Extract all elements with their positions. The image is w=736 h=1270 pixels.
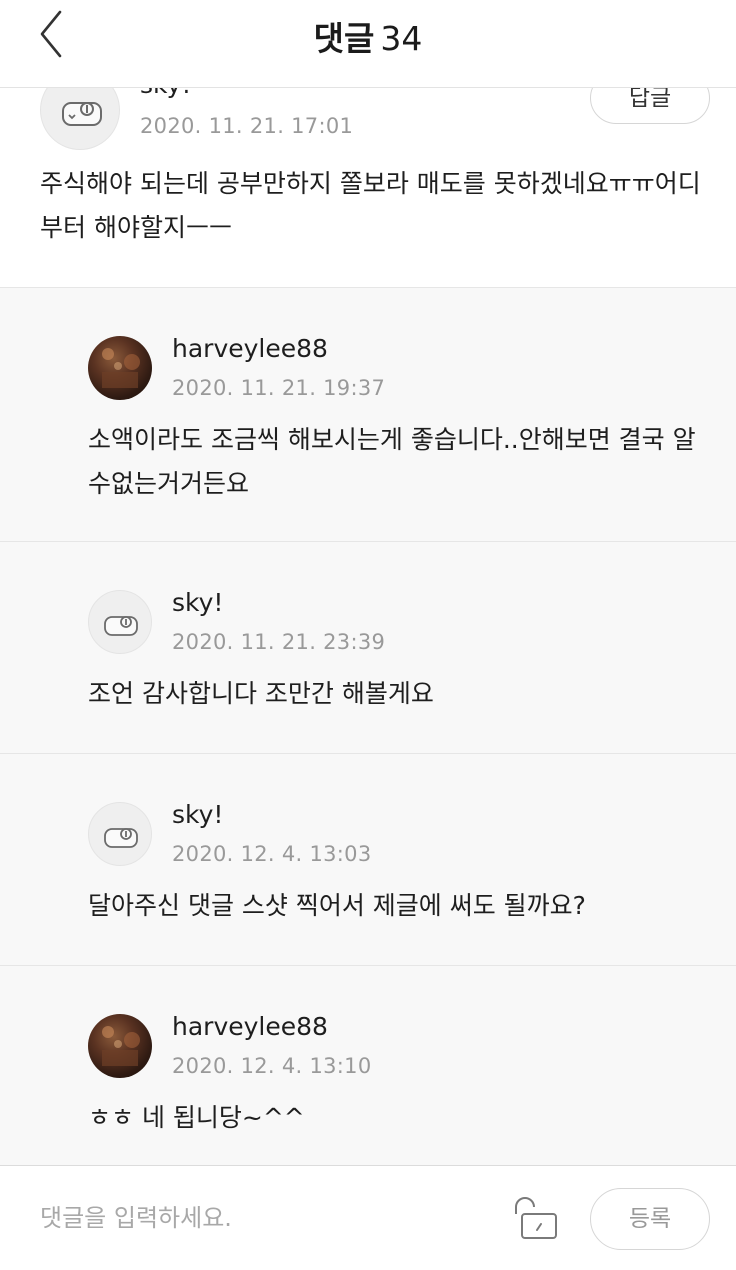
comment-input[interactable]: [40, 1196, 490, 1240]
secret-toggle-button[interactable]: [510, 1194, 562, 1242]
comment-text: 주식해야 되는데 공부만하지 쫄보라 매도를 못하겠네요ㅠㅠ어디부터 해야할지ㅡ…: [40, 169, 701, 242]
avatar[interactable]: [88, 590, 152, 654]
comment-reply-item: harveylee88 2020. 12. 4. 13:10 ㅎㅎ 네 됩니당~…: [0, 966, 736, 1165]
reply-button[interactable]: 답글: [590, 88, 710, 124]
comment-input-bar: 등록: [0, 1165, 736, 1270]
comment-date: 2020. 12. 4. 13:03: [172, 842, 372, 866]
comment-date: 2020. 11. 21. 19:37: [172, 376, 386, 400]
username[interactable]: harveylee88: [172, 334, 328, 363]
comment-text: 조언 감사합니다 조만간 해볼게요: [88, 679, 434, 708]
comment-reply-item: harveylee88 2020. 11. 21. 19:37 소액이라도 조금…: [0, 288, 736, 542]
avatar[interactable]: [88, 802, 152, 866]
comment-text: ㅎㅎ 네 됩니당~^^: [88, 1103, 305, 1132]
comment-item: sky! 2020. 11. 21. 17:01 답글 주식해야 되는데 공부만…: [0, 88, 736, 288]
header-bar: 댓글 34: [0, 0, 736, 88]
comment-text: 소액이라도 조금씩 해보시는게 좋습니다..안해보면 결국 알수없는거거든요: [88, 425, 696, 498]
username[interactable]: sky!: [172, 588, 223, 617]
submit-button[interactable]: 등록: [590, 1188, 710, 1250]
comment-list[interactable]: sky! 2020. 11. 21. 17:01 답글 주식해야 되는데 공부만…: [0, 88, 736, 1165]
page-title: 댓글 34: [0, 12, 736, 60]
comment-reply-item: sky! 2020. 12. 4. 13:03 달아주신 댓글 스샷 찍어서 제…: [0, 754, 736, 966]
avatar[interactable]: [40, 88, 120, 150]
comment-date: 2020. 11. 21. 17:01: [140, 114, 354, 138]
avatar[interactable]: [88, 1014, 152, 1078]
unlock-icon: [515, 1197, 557, 1239]
username[interactable]: sky!: [140, 88, 191, 99]
comment-date: 2020. 12. 4. 13:10: [172, 1054, 372, 1078]
comment-count: 34: [380, 19, 423, 58]
avatar[interactable]: [88, 336, 152, 400]
default-avatar-icon: [104, 616, 138, 636]
page-title-label: 댓글: [313, 19, 375, 58]
profile-photo-icon: [102, 1026, 140, 1066]
comment-date: 2020. 11. 21. 23:39: [172, 630, 386, 654]
comment-text: 달아주신 댓글 스샷 찍어서 제글에 써도 될까요?: [88, 891, 586, 920]
default-avatar-icon: [62, 102, 102, 126]
profile-photo-icon: [102, 348, 140, 388]
username[interactable]: harveylee88: [172, 1012, 328, 1041]
username[interactable]: sky!: [172, 800, 223, 829]
comment-reply-item: sky! 2020. 11. 21. 23:39 조언 감사합니다 조만간 해볼…: [0, 542, 736, 754]
default-avatar-icon: [104, 828, 138, 848]
